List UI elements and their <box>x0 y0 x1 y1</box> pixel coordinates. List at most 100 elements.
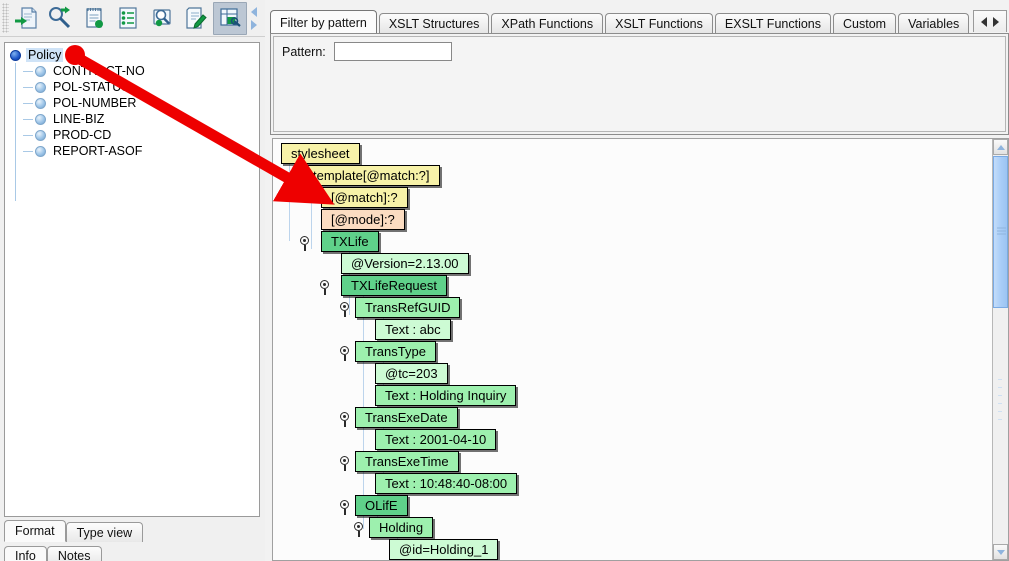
pattern-input[interactable] <box>333 42 452 61</box>
xslt-structure-canvas[interactable]: stylesheet template[@match:?] [@match]:?… <box>272 138 1009 561</box>
table-map-icon[interactable] <box>213 1 247 35</box>
scroll-up-button[interactable] <box>993 139 1008 155</box>
xslt-node-id-attr[interactable]: @id=Holding_1 <box>389 539 499 560</box>
toolbar-drag-handle[interactable] <box>2 3 9 33</box>
collapse-handle-transexetime[interactable] <box>340 456 349 465</box>
application-window: Policy CONTRACT-NO POL-STATUS POL-NUMBER <box>0 0 1009 561</box>
tree-node-policy[interactable]: Policy <box>10 47 64 63</box>
xslt-node-text-abc[interactable]: Text : abc <box>375 319 451 340</box>
tab-scroll-right-icon[interactable] <box>993 16 999 27</box>
node-label: TransExeDate <box>365 410 448 425</box>
node-bullet-icon <box>35 81 46 93</box>
tab-xpath-functions[interactable]: XPath Functions <box>491 13 604 34</box>
edit-document-icon[interactable] <box>179 2 213 35</box>
inspect-preview-icon[interactable] <box>145 2 179 35</box>
tree-branch-line <box>23 118 33 120</box>
canvas-vertical-scrollbar[interactable] <box>992 139 1008 560</box>
handle-stem <box>358 531 360 537</box>
new-note-icon[interactable] <box>77 2 111 35</box>
node-bullet-icon <box>35 129 46 141</box>
scrollbar-grip-icon <box>997 227 1006 237</box>
scroll-down-button[interactable] <box>993 544 1008 560</box>
tab-info[interactable]: Info <box>4 546 47 561</box>
collapse-handle-txlife[interactable] <box>300 236 309 245</box>
tree-branch-line <box>23 102 33 104</box>
xslt-node-transtype[interactable]: TransType <box>355 341 436 362</box>
xslt-node-transexedate[interactable]: TransExeDate <box>355 407 458 428</box>
chevron-up-icon <box>996 144 1005 150</box>
handle-stem <box>344 509 346 515</box>
xslt-node-txliferequest[interactable]: TXLifeRequest <box>341 275 447 296</box>
tab-format[interactable]: Format <box>4 520 66 542</box>
tab-type-view[interactable]: Type view <box>65 522 144 542</box>
xslt-node-olife[interactable]: OLifE <box>355 495 408 516</box>
xslt-node-match-attr[interactable]: [@match]:? <box>321 187 408 208</box>
left-view-tabs: Format Type view <box>4 520 260 542</box>
collapse-handle-holding[interactable] <box>354 522 363 531</box>
node-label: Text : 10:48:40-08:00 <box>385 476 508 491</box>
xslt-node-text-time[interactable]: Text : 10:48:40-08:00 <box>375 473 518 494</box>
tree-node-label: LINE-BIZ <box>53 112 105 126</box>
node-label: TXLifeRequest <box>351 278 437 293</box>
node-label: [@mode]:? <box>331 212 395 227</box>
node-label: TransExeTime <box>365 454 449 469</box>
tab-label: EXSLT Functions <box>724 17 822 31</box>
collapse-handle-transexedate[interactable] <box>340 412 349 421</box>
node-bullet-icon <box>35 65 46 77</box>
toolbar-scroll-right-icon[interactable] <box>251 19 257 30</box>
import-document-icon[interactable] <box>9 2 43 35</box>
toolbar-overflow-nav[interactable] <box>247 2 261 35</box>
xslt-node-transexetime[interactable]: TransExeTime <box>355 451 459 472</box>
tab-xslt-functions[interactable]: XSLT Functions <box>605 13 713 34</box>
tab-custom[interactable]: Custom <box>833 13 897 34</box>
pattern-panel-inner: Pattern: <box>273 36 1006 132</box>
tab-variables[interactable]: Variables <box>898 13 970 34</box>
xslt-node-stylesheet[interactable]: stylesheet <box>281 143 360 164</box>
xslt-node-template[interactable]: template[@match:?] <box>303 165 440 186</box>
collapse-handle-transrefguid[interactable] <box>340 302 349 311</box>
tree-node-contract-no[interactable]: CONTRACT-NO <box>23 63 147 79</box>
xslt-node-holding[interactable]: Holding <box>369 517 434 538</box>
tab-notes[interactable]: Notes <box>46 546 102 561</box>
source-schema-tree[interactable]: Policy CONTRACT-NO POL-STATUS POL-NUMBER <box>4 42 260 517</box>
xslt-node-tc-attr[interactable]: @tc=203 <box>375 363 448 384</box>
xslt-node-txlife[interactable]: TXLife <box>321 231 379 252</box>
tab-scroll-controls[interactable] <box>973 10 1007 32</box>
xslt-tree: stylesheet template[@match:?] [@match]:?… <box>273 139 993 560</box>
xslt-node-transrefguid[interactable]: TransRefGUID <box>355 297 461 318</box>
connector-line <box>311 179 312 249</box>
xslt-node-text-date[interactable]: Text : 2001-04-10 <box>375 429 497 450</box>
node-label: Holding <box>379 520 424 535</box>
left-info-tabs: Info Notes <box>4 546 260 561</box>
node-label: TransType <box>365 344 426 359</box>
tree-node-pol-status[interactable]: POL-STATUS <box>23 79 132 95</box>
tab-label: XSLT Structures <box>388 17 480 31</box>
tree-node-prod-cd[interactable]: PROD-CD <box>23 127 113 143</box>
scrollbar-thumb[interactable] <box>993 156 1008 308</box>
toolbar-scroll-left-icon[interactable] <box>251 6 257 17</box>
collapse-handle-txliferequest[interactable] <box>320 280 329 289</box>
node-bullet-icon <box>35 145 46 157</box>
tree-node-line-biz[interactable]: LINE-BIZ <box>23 111 106 127</box>
tree-trunk-line <box>15 63 16 201</box>
chevron-down-icon <box>996 549 1005 555</box>
xslt-node-mode-attr[interactable]: [@mode]:? <box>321 209 405 230</box>
collapse-handle-olife[interactable] <box>340 500 349 509</box>
tab-exslt-functions[interactable]: EXSLT Functions <box>714 13 832 34</box>
collapse-handle-transtype[interactable] <box>340 346 349 355</box>
xslt-node-text-holding-inquiry[interactable]: Text : Holding Inquiry <box>375 385 517 406</box>
tab-filter-by-pattern[interactable]: Filter by pattern <box>270 10 377 34</box>
tab-scroll-left-icon[interactable] <box>981 16 987 27</box>
tree-node-report-asof[interactable]: REPORT-ASOF <box>23 143 144 159</box>
search-go-icon[interactable] <box>43 2 77 35</box>
node-bullet-icon <box>35 97 46 109</box>
xslt-node-version-attr[interactable]: @Version=2.13.00 <box>341 253 469 274</box>
node-label: @tc=203 <box>385 366 438 381</box>
list-properties-icon[interactable] <box>111 2 145 35</box>
tree-branch-line <box>23 70 33 72</box>
connector-line <box>289 157 290 241</box>
tab-xslt-structures[interactable]: XSLT Structures <box>378 13 490 34</box>
handle-stem <box>344 465 346 471</box>
tree-node-pol-number[interactable]: POL-NUMBER <box>23 95 138 111</box>
pattern-row: Pattern: <box>282 42 452 61</box>
